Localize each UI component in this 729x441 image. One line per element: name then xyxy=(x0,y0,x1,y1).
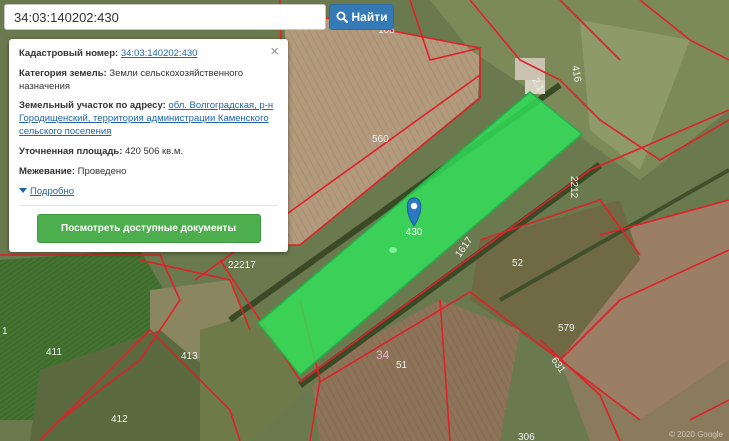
parcel-label: 560 xyxy=(372,134,389,145)
search-button[interactable]: Найти xyxy=(329,4,394,30)
parcel-label: 413 xyxy=(181,351,198,362)
parcel-label: 52 xyxy=(512,258,524,269)
map-attribution: © 2020 Google xyxy=(669,430,723,439)
parcel-label: 579 xyxy=(558,323,575,334)
details-link[interactable]: Подробно xyxy=(30,186,74,197)
area-value: 420 506 кв.м. xyxy=(125,145,184,157)
survey-value: Проведено xyxy=(77,165,127,177)
close-icon[interactable]: × xyxy=(270,42,279,62)
parcel-label: 2212 xyxy=(568,176,579,199)
parcel-label: 306 xyxy=(518,432,535,441)
parcel-label: 412 xyxy=(111,414,128,425)
survey-row: Межевание: Проведено xyxy=(19,166,278,179)
marker-label: 430 xyxy=(406,227,423,238)
buildings xyxy=(515,58,545,80)
cadastral-number-label: Кадастровый номер: xyxy=(19,48,119,59)
address-label: Земельный участок по адресу: xyxy=(19,100,166,112)
area-row: Уточненная площадь: 420 506 кв.м. xyxy=(19,146,278,159)
search-input[interactable] xyxy=(5,5,314,29)
parcel-info-popup: × Кадастровый номер: 34:03:140202:430 Ка… xyxy=(9,39,288,252)
cadastral-number-link[interactable]: 34:03:140202:430 xyxy=(121,48,198,59)
parcel-label: 34 xyxy=(376,348,390,362)
parcel-label: 51 xyxy=(396,360,408,371)
survey-label: Межевание: xyxy=(19,165,75,177)
search-box[interactable] xyxy=(4,4,326,30)
area-label: Уточненная площадь: xyxy=(19,145,123,157)
divider xyxy=(19,205,278,207)
parcel-label: 411 xyxy=(46,347,62,358)
land-category-row: Категория земель: Земли сельскохозяйстве… xyxy=(19,68,278,94)
details-toggle[interactable]: Подробно xyxy=(19,186,278,199)
parcel-label: 1 xyxy=(2,326,8,337)
land-category-label: Категория земель: xyxy=(19,67,107,79)
search-icon xyxy=(336,11,348,23)
cadastral-number-row: Кадастровый номер: 34:03:140202:430 xyxy=(19,48,278,61)
address-row: Земельный участок по адресу: обл. Волгог… xyxy=(19,100,278,138)
view-documents-button[interactable]: Посмотреть доступные документы xyxy=(36,214,261,244)
parcel-label: 22217 xyxy=(228,260,256,271)
search-button-label: Найти xyxy=(351,10,388,24)
caret-down-icon xyxy=(19,188,27,194)
